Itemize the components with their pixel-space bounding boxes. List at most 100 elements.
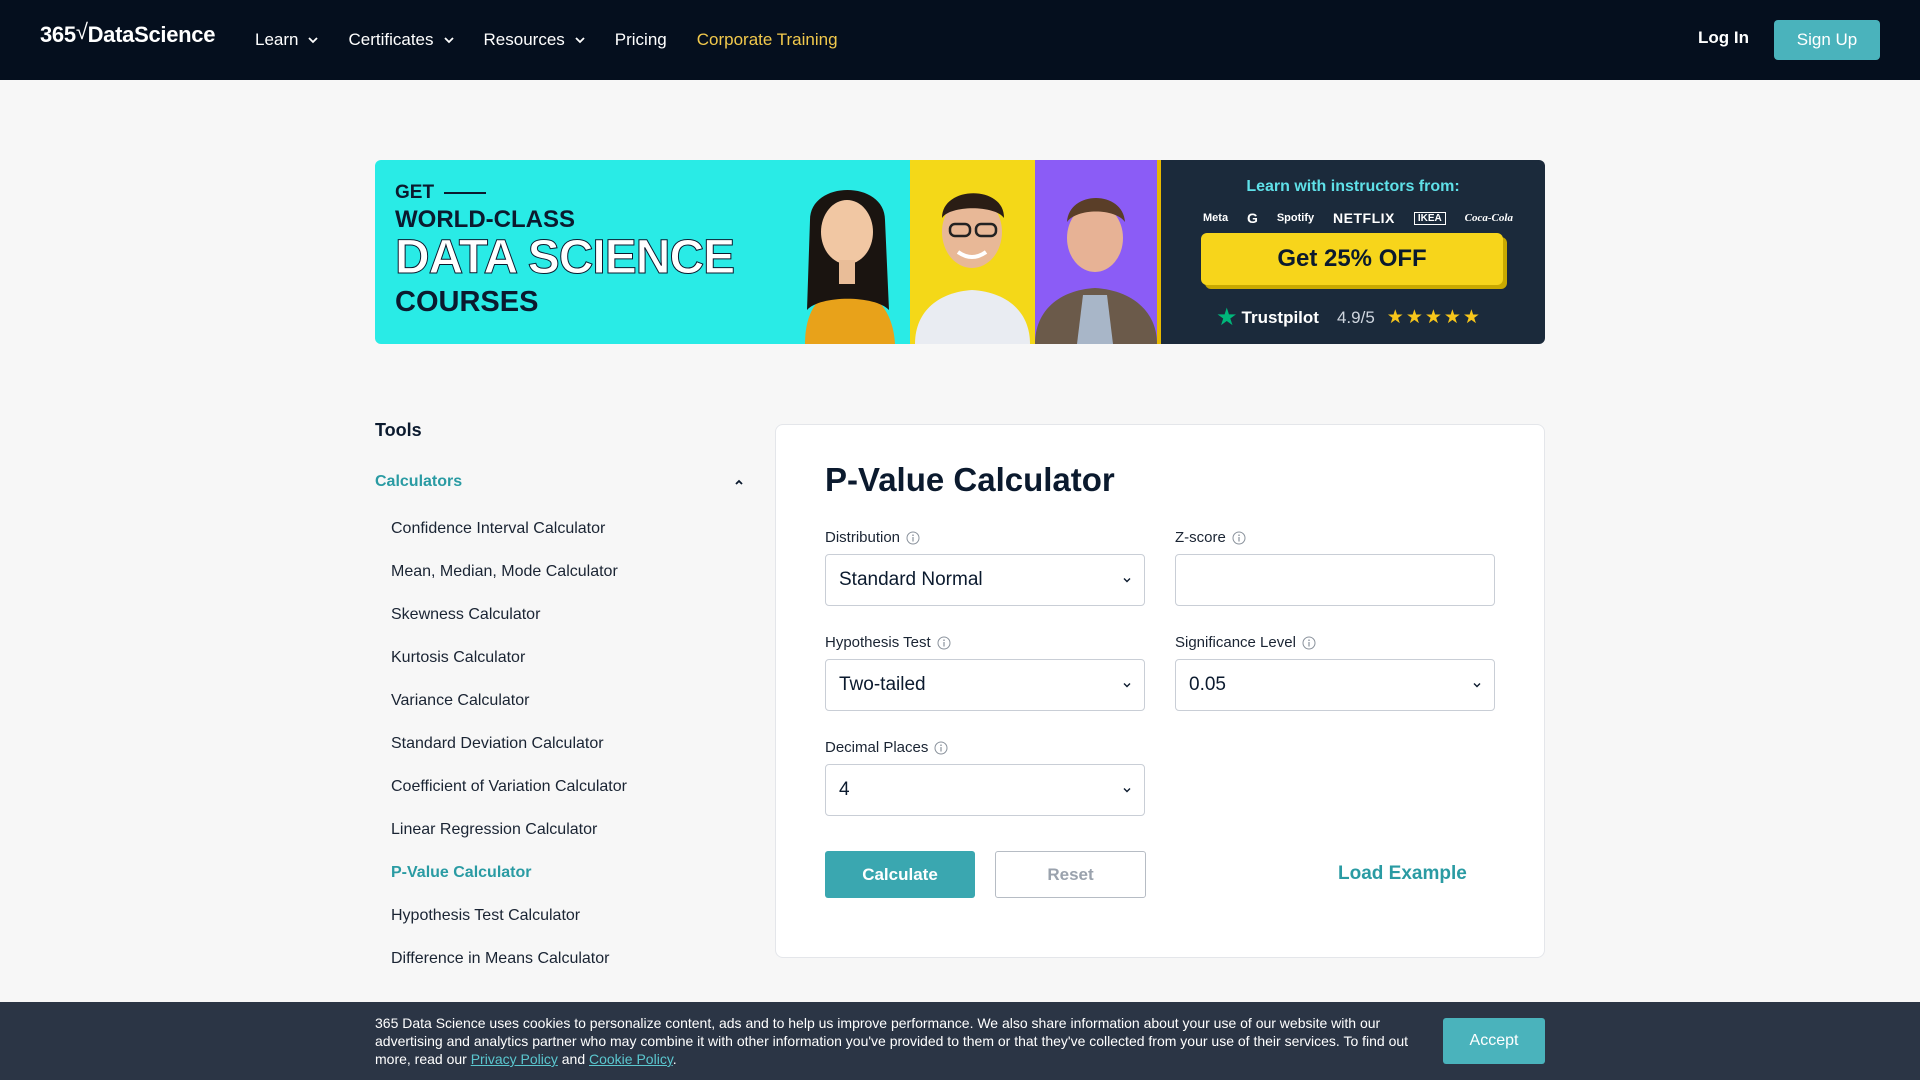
- nav-label: Certificates: [348, 30, 434, 49]
- chevron-down-icon: [443, 37, 454, 44]
- hypothesis-test-select[interactable]: Two-tailed: [825, 659, 1145, 711]
- trustpilot-label: Trustpilot: [1241, 307, 1319, 327]
- decimal-places-field: Decimal Places 4: [825, 739, 1145, 816]
- zscore-label: Z-score: [1175, 529, 1495, 546]
- calculators-category-toggle[interactable]: Calculators: [375, 473, 745, 491]
- chevron-down-icon: [575, 37, 585, 44]
- promo-banner[interactable]: GET WORLD-CLASS DATA SCIENCE COURSES Lea…: [375, 160, 1545, 344]
- trustpilot-rating: ★ Trustpilot 4.9/5 ★★★★★: [1216, 303, 1482, 332]
- sidebar-item-hypothesis-test[interactable]: Hypothesis Test Calculator: [391, 907, 627, 950]
- nav-menu: Learn Certificates Resources Pricing Cor…: [255, 0, 868, 80]
- instructor-photo: [915, 193, 1030, 344]
- spotify-logo: Spotify: [1276, 212, 1315, 224]
- decimal-places-select[interactable]: 4: [825, 764, 1145, 816]
- chevron-up-icon: [735, 479, 743, 485]
- banner-courses: COURSES: [395, 286, 539, 318]
- banner-data-science: DATA SCIENCE: [394, 231, 735, 284]
- chevron-down-icon: [308, 37, 319, 44]
- banner-cyan-panel: GET WORLD-CLASS DATA SCIENCE COURSES: [375, 160, 910, 344]
- nav-label: Pricing: [614, 30, 667, 49]
- nav-item-certificates[interactable]: Certificates: [348, 30, 454, 50]
- zscore-field: Z-score: [1175, 529, 1495, 606]
- sidebar-item-skewness[interactable]: Skewness Calculator: [391, 606, 627, 649]
- banner-offer-panel: Learn with instructors from: Meta G Spot…: [1161, 160, 1545, 344]
- tools-heading: Tools: [375, 420, 422, 440]
- info-icon[interactable]: [906, 531, 920, 545]
- ikea-logo: IKEA: [1413, 211, 1446, 225]
- significance-level-field: Significance Level 0.05: [1175, 634, 1495, 711]
- logo-prefix: 365: [40, 22, 76, 47]
- info-icon[interactable]: [1232, 531, 1246, 545]
- nav-item-pricing[interactable]: Pricing: [615, 30, 667, 50]
- sidebar-item-coefficient-of-variation[interactable]: Coefficient of Variation Calculator: [391, 778, 627, 821]
- load-example-link[interactable]: Load Example: [1338, 863, 1467, 885]
- info-icon[interactable]: [937, 636, 951, 650]
- hypothesis-test-label: Hypothesis Test: [825, 634, 1145, 651]
- zscore-input[interactable]: [1175, 554, 1495, 606]
- cocacola-logo: Coca-Cola: [1464, 212, 1513, 224]
- info-icon[interactable]: [1302, 636, 1316, 650]
- sidebar-item-standard-deviation[interactable]: Standard Deviation Calculator: [391, 735, 627, 778]
- banner-get: GET: [395, 182, 734, 204]
- sidebar-item-confidence-interval[interactable]: Confidence Interval Calculator: [391, 520, 627, 563]
- sidebar-item-kurtosis[interactable]: Kurtosis Calculator: [391, 649, 627, 692]
- instructor-photo: [1035, 198, 1157, 344]
- sidebar-item-linear-regression[interactable]: Linear Regression Calculator: [391, 821, 627, 864]
- significance-level-label: Significance Level: [1175, 634, 1495, 651]
- distribution-field: Distribution Standard Normal: [825, 529, 1145, 606]
- nav-item-corporate-training[interactable]: Corporate Training: [697, 30, 838, 50]
- banner-purple-panel: [1035, 160, 1157, 344]
- hypothesis-test-field: Hypothesis Test Two-tailed: [825, 634, 1145, 711]
- chevron-down-icon: [1123, 683, 1131, 688]
- select-value: 0.05: [1189, 674, 1226, 695]
- login-link[interactable]: Log In: [1698, 28, 1749, 48]
- cookie-policy-link[interactable]: Cookie Policy: [589, 1051, 673, 1067]
- discount-cta-button[interactable]: Get 25% OFF: [1201, 233, 1503, 285]
- page-title: P-Value Calculator: [825, 461, 1115, 498]
- calculator-list: Confidence Interval Calculator Mean, Med…: [391, 520, 627, 993]
- meta-logo: Meta: [1203, 212, 1229, 224]
- sidebar-item-difference-in-means[interactable]: Difference in Means Calculator: [391, 950, 627, 993]
- select-value: Standard Normal: [839, 569, 983, 590]
- netflix-logo: NETFLIX: [1333, 210, 1395, 226]
- instructor-photo: [805, 190, 895, 344]
- chevron-down-icon: [1473, 683, 1481, 688]
- banner-yellow-panel: [910, 160, 1035, 344]
- nav-label: Corporate Training: [696, 30, 838, 49]
- nav-label: Resources: [483, 30, 565, 49]
- chevron-down-icon: [1123, 578, 1131, 583]
- google-logo: G: [1247, 210, 1258, 226]
- privacy-policy-link[interactable]: Privacy Policy: [471, 1051, 558, 1067]
- cookie-message: 365 Data Science uses cookies to persona…: [375, 1014, 1425, 1068]
- select-value: 4: [839, 779, 850, 800]
- sidebar-item-mean-median-mode[interactable]: Mean, Median, Mode Calculator: [391, 563, 627, 606]
- info-icon[interactable]: [934, 741, 948, 755]
- select-value: Two-tailed: [839, 674, 926, 695]
- cookie-and: and: [557, 1051, 589, 1067]
- logo-check: √: [75, 19, 88, 44]
- top-navbar: 365√DataScience Learn Certificates Resou…: [0, 0, 1920, 80]
- sidebar-item-variance[interactable]: Variance Calculator: [391, 692, 627, 735]
- logo-name: DataScience: [87, 22, 216, 47]
- significance-level-select[interactable]: 0.05: [1175, 659, 1495, 711]
- nav-item-resources[interactable]: Resources: [484, 30, 585, 50]
- accept-cookies-button[interactable]: Accept: [1443, 1018, 1545, 1064]
- category-label: Calculators: [375, 473, 463, 490]
- calculator-card: P-Value Calculator Distribution Standard…: [775, 424, 1545, 958]
- distribution-select[interactable]: Standard Normal: [825, 554, 1145, 606]
- reset-button[interactable]: Reset: [995, 851, 1146, 898]
- company-logos: Meta G Spotify NETFLIX IKEA Coca-Cola: [1203, 210, 1513, 226]
- sidebar-item-p-value[interactable]: P-Value Calculator: [391, 864, 627, 907]
- cookie-consent-bar: 365 Data Science uses cookies to persona…: [0, 1002, 1920, 1080]
- calculate-button[interactable]: Calculate: [825, 851, 975, 898]
- banner-world-class: WORLD-CLASS: [395, 206, 575, 233]
- site-logo[interactable]: 365√DataScience: [40, 19, 216, 48]
- nav-item-learn[interactable]: Learn: [255, 30, 319, 50]
- signup-button[interactable]: Sign Up: [1774, 20, 1880, 60]
- nav-label: Learn: [255, 30, 299, 49]
- decimal-places-label: Decimal Places: [825, 739, 1145, 756]
- banner-headline: GET WORLD-CLASS DATA SCIENCE COURSES: [394, 182, 735, 319]
- distribution-label: Distribution: [825, 529, 1145, 546]
- cookie-end: .: [672, 1051, 677, 1067]
- trustpilot-star-icon: ★: [1216, 304, 1238, 331]
